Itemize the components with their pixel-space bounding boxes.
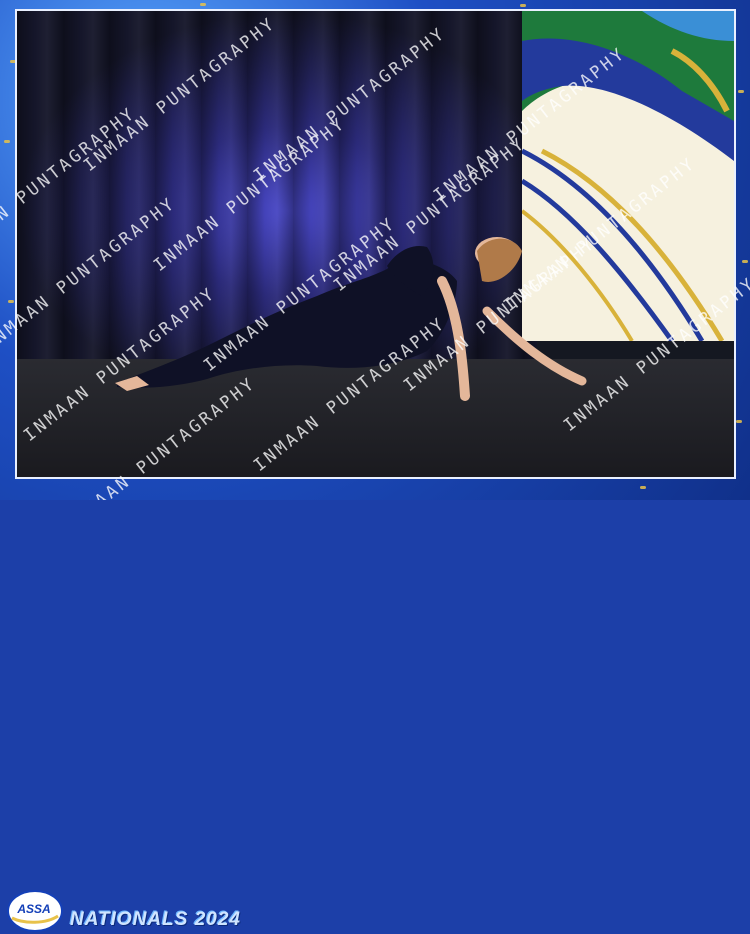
gold-fleck [742, 260, 748, 263]
dance-photo [17, 11, 734, 477]
gold-fleck [4, 140, 10, 143]
gold-fleck [520, 4, 526, 7]
gold-fleck [738, 90, 744, 93]
gold-fleck [8, 300, 14, 303]
gold-fleck [736, 420, 742, 423]
event-footer: ASSA NATIONALS 2024 [0, 442, 750, 932]
dancer-figure [115, 237, 587, 401]
gold-fleck [10, 60, 16, 63]
gold-fleck [200, 3, 206, 6]
logo-text: ASSA [17, 902, 51, 916]
event-title: NATIONALS 2024 [70, 909, 241, 930]
